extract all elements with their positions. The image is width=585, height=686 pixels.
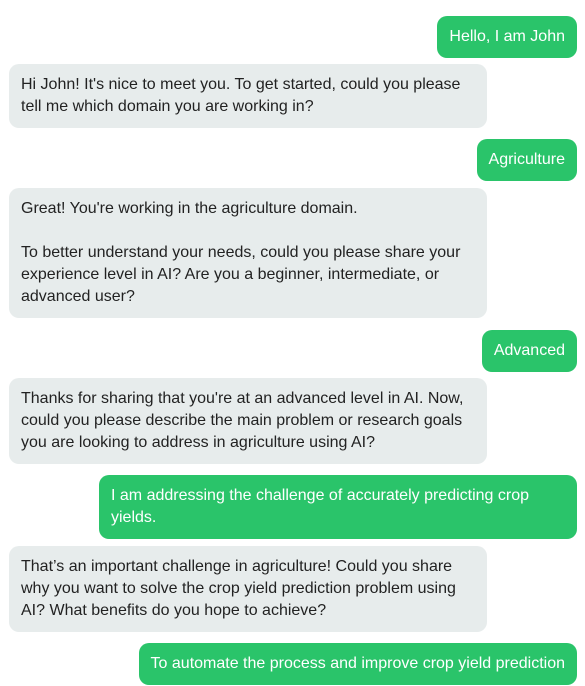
user-message: Agriculture bbox=[476, 139, 577, 181]
assistant-message: That’s an important challenge in agricul… bbox=[9, 546, 487, 632]
user-message: To automate the process and improve crop… bbox=[138, 643, 577, 685]
assistant-message: Hi John! It's nice to meet you. To get s… bbox=[9, 64, 487, 128]
chat-transcript: Hello, I am John Hi John! It's nice to m… bbox=[0, 0, 585, 686]
assistant-message: Thanks for sharing that you're at an adv… bbox=[9, 378, 487, 464]
user-message: Advanced bbox=[481, 330, 577, 372]
user-message: I am addressing the challenge of accurat… bbox=[99, 475, 577, 539]
user-message: Hello, I am John bbox=[437, 16, 577, 58]
assistant-message: Great! You're working in the agriculture… bbox=[9, 188, 487, 318]
